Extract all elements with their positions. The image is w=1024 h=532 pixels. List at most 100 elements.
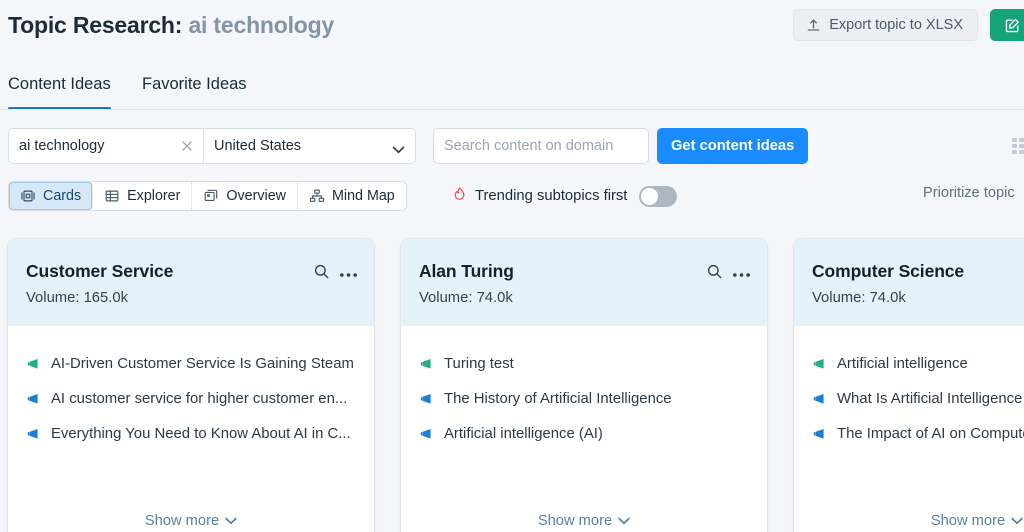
topic-card-ideas: Artificial intelligence What Is Artifici… — [794, 326, 1024, 461]
search-row: ai technology United States Search conte… — [0, 128, 1024, 164]
idea-item-text: Artificial intelligence — [837, 356, 968, 372]
view-mode-explorer-label: Explorer — [127, 188, 180, 204]
topic-card-volume: Volume: 74.0k — [419, 290, 751, 306]
topic-card[interactable]: Customer Service Volume: 165.0k — [8, 239, 374, 532]
topic-card-volume: Volume: 165.0k — [26, 290, 358, 306]
show-more-button[interactable]: Show more — [8, 513, 374, 529]
grid-layout-icon[interactable] — [1010, 135, 1024, 157]
trending-subtopics-label: Trending subtopics first — [475, 188, 627, 204]
megaphone-icon — [26, 428, 41, 445]
megaphone-icon — [26, 393, 41, 410]
idea-item[interactable]: Turing test — [419, 356, 751, 391]
idea-item[interactable]: The History of Artificial Intelligence — [419, 391, 751, 426]
page-title-term: ai technology — [188, 12, 334, 38]
trending-subtopics-toggle[interactable]: Trending subtopics first — [452, 184, 677, 208]
view-mode-mind-map-label: Mind Map — [332, 188, 395, 204]
flame-icon — [452, 186, 467, 207]
view-mode-overview-label: Overview — [226, 188, 286, 204]
domain-search-placeholder: Search content on domain — [444, 138, 613, 154]
overview-icon — [203, 188, 219, 204]
topic-card-ideas: AI-Driven Customer Service Is Gaining St… — [8, 326, 374, 461]
topic-card-ideas: Turing test The History of Artificial In… — [401, 326, 767, 461]
idea-item-text: AI customer service for higher customer … — [51, 391, 347, 407]
cards-icon — [20, 188, 36, 204]
show-more-button[interactable]: Show more — [794, 513, 1024, 529]
show-more-label: Show more — [931, 513, 1005, 529]
megaphone-icon — [26, 358, 41, 375]
idea-item[interactable]: Artificial intelligence (AI) — [419, 426, 751, 461]
idea-item-text: Artificial intelligence (AI) — [444, 426, 603, 442]
view-mode-group: Cards Explorer — [8, 181, 407, 211]
page-header: Topic Research: ai technology Export top… — [0, 0, 1024, 66]
view-mode-cards[interactable]: Cards — [9, 182, 93, 210]
export-topic-label: Export topic to XLSX — [829, 17, 963, 33]
mindmap-icon — [309, 188, 325, 204]
search-icon[interactable] — [313, 263, 330, 285]
topic-card-title: Alan Turing — [419, 261, 751, 282]
topic-card-title: Customer Service — [26, 261, 358, 282]
idea-item-text: The Impact of AI on Computer Science — [837, 426, 1024, 442]
view-mode-overview[interactable]: Overview — [192, 182, 298, 210]
view-mode-mind-map[interactable]: Mind Map — [298, 182, 406, 210]
topic-card[interactable]: Computer Science Volume: 74.0k — [794, 239, 1024, 532]
idea-item[interactable]: Everything You Need to Know About AI in … — [26, 426, 358, 461]
tab-content-ideas-label: Content Ideas — [8, 75, 111, 94]
topic-research-page: Topic Research: ai technology Export top… — [0, 0, 1024, 532]
prioritize-topic-label[interactable]: Prioritize topic — [923, 185, 1015, 201]
idea-item-text: What Is Artificial Intelligence — [837, 391, 1022, 407]
compose-icon — [1004, 17, 1021, 34]
megaphone-icon — [812, 428, 827, 445]
export-topic-button[interactable]: Export topic to XLSX — [793, 9, 978, 41]
topic-card-header: Customer Service Volume: 165.0k — [8, 239, 374, 326]
compose-button[interactable] — [990, 9, 1024, 41]
database-select-value: United States — [214, 138, 301, 154]
chevron-down-icon — [225, 517, 237, 525]
megaphone-icon — [419, 393, 434, 410]
idea-item[interactable]: AI-Driven Customer Service Is Gaining St… — [26, 356, 358, 391]
chevron-down-icon — [1011, 517, 1023, 525]
tab-favorite-ideas-label: Favorite Ideas — [142, 75, 247, 94]
trending-switch-knob — [641, 188, 658, 205]
chevron-down-icon — [392, 142, 405, 150]
search-icon[interactable] — [706, 263, 723, 285]
get-content-ideas-button[interactable]: Get content ideas — [657, 128, 808, 164]
idea-item[interactable]: AI customer service for higher customer … — [26, 391, 358, 426]
topic-card[interactable]: Alan Turing Volume: 74.0k — [401, 239, 767, 532]
domain-search-input[interactable]: Search content on domain — [433, 128, 649, 164]
megaphone-icon — [812, 358, 827, 375]
keyword-input[interactable]: ai technology — [8, 128, 204, 164]
idea-item-text: Everything You Need to Know About AI in … — [51, 426, 351, 442]
megaphone-icon — [812, 393, 827, 410]
ellipsis-icon[interactable] — [732, 265, 751, 283]
page-title: Topic Research: ai technology — [8, 12, 334, 39]
show-more-button[interactable]: Show more — [401, 513, 767, 529]
idea-item[interactable]: What Is Artificial Intelligence — [812, 391, 1024, 426]
megaphone-icon — [419, 358, 434, 375]
trending-switch[interactable] — [639, 186, 677, 207]
idea-item-text: AI-Driven Customer Service Is Gaining St… — [51, 356, 354, 372]
topic-cards-container: Customer Service Volume: 165.0k — [8, 239, 1024, 532]
idea-item-text: The History of Artificial Intelligence — [444, 391, 672, 407]
show-more-label: Show more — [145, 513, 219, 529]
idea-item-text: Turing test — [444, 356, 514, 372]
topic-card-actions — [706, 263, 751, 285]
idea-item[interactable]: Artificial intelligence — [812, 356, 1024, 391]
view-mode-cards-label: Cards — [43, 188, 81, 204]
tab-content-ideas[interactable]: Content Ideas — [8, 74, 111, 110]
keyword-input-value: ai technology — [19, 138, 104, 154]
idea-item[interactable]: The Impact of AI on Computer Science — [812, 426, 1024, 461]
table-icon — [104, 188, 120, 204]
tab-favorite-ideas[interactable]: Favorite Ideas — [142, 74, 247, 110]
view-mode-explorer[interactable]: Explorer — [93, 182, 192, 210]
get-content-ideas-label: Get content ideas — [671, 138, 794, 154]
topic-card-header: Computer Science Volume: 74.0k — [794, 239, 1024, 326]
page-title-prefix: Topic Research: — [8, 12, 182, 38]
megaphone-icon — [419, 428, 434, 445]
ellipsis-icon[interactable] — [339, 265, 358, 283]
close-icon[interactable] — [180, 139, 195, 154]
tab-bar: Content Ideas Favorite Ideas — [0, 74, 1024, 110]
database-select[interactable]: United States — [204, 128, 416, 164]
topic-card-volume: Volume: 74.0k — [812, 290, 1024, 306]
topic-card-title: Computer Science — [812, 261, 1024, 282]
view-toolbar: Cards Explorer — [0, 181, 1024, 211]
